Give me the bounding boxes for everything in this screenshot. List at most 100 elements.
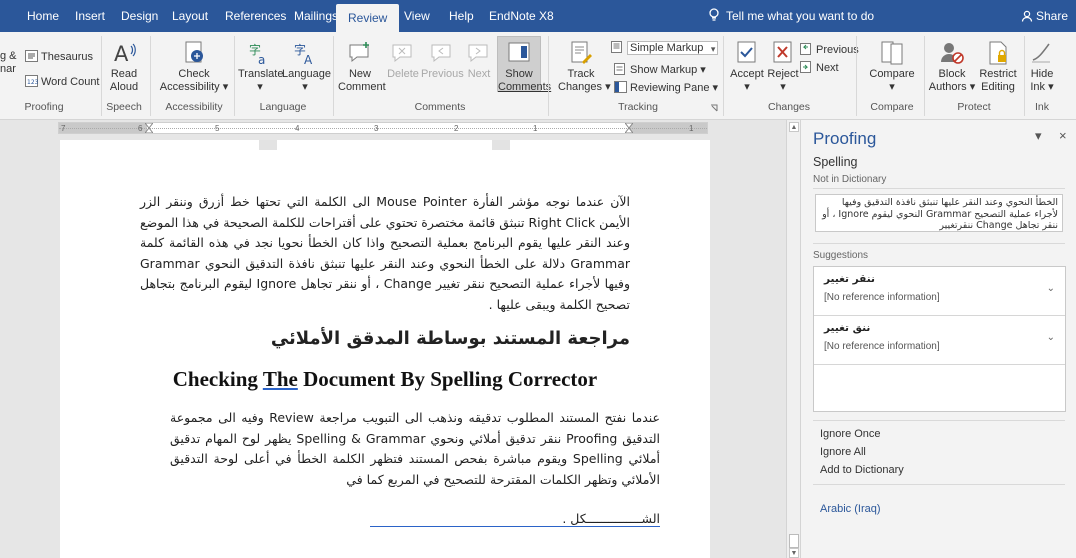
document-page[interactable]: الآن عندما نوجه مؤشر الفأرة Mouse Pointe… bbox=[60, 140, 710, 558]
ignore-all-button[interactable]: Ignore All bbox=[820, 446, 866, 458]
accept-label: Accept bbox=[730, 68, 764, 80]
dropdown-arrow: ▾ bbox=[257, 81, 263, 93]
new-label: New bbox=[348, 68, 371, 80]
ribbon: g & nar Thesaurus 123 Word Count Proofing… bbox=[0, 32, 1076, 120]
read-aloud-label-2: Aloud bbox=[109, 81, 139, 93]
read-aloud-label: Read bbox=[110, 68, 138, 80]
ruler-dots bbox=[59, 128, 707, 129]
track-label-2: Changes ▾ bbox=[558, 81, 611, 93]
check-accessibility-button[interactable]: Check Accessibility ▾ bbox=[158, 40, 230, 94]
close-icon[interactable]: × bbox=[1059, 128, 1067, 143]
markup-mode-select[interactable]: Simple Markup bbox=[611, 41, 719, 55]
group-tracking: Tracking bbox=[618, 101, 658, 113]
tab-review[interactable]: Review bbox=[336, 4, 400, 32]
paragraph-2: عندما نفتح المستند المطلوب تدقيقه ونذهب … bbox=[170, 410, 661, 487]
thesaurus-button[interactable]: Thesaurus bbox=[25, 50, 93, 64]
error-context-box[interactable]: الخطأ النحوي وعند النقر عليها تنبثق نافذ… bbox=[815, 194, 1063, 232]
indent-marker-icon[interactable] bbox=[145, 123, 153, 133]
reviewing-pane-label: Reviewing Pane ▾ bbox=[630, 82, 719, 94]
read-aloud-button[interactable]: A Read Aloud bbox=[106, 40, 142, 94]
indent-marker-icon[interactable] bbox=[625, 123, 633, 133]
suggestion-item[interactable]: ننق تغيير [No reference information] ⌄ bbox=[814, 316, 1065, 365]
reviewing-pane-button[interactable]: Reviewing Pane ▾ bbox=[614, 81, 718, 95]
show-comments-button[interactable]: Show Comments bbox=[497, 36, 551, 93]
scroll-up-icon[interactable]: ▲ bbox=[789, 122, 799, 132]
accept-button[interactable]: Accept ▾ bbox=[728, 40, 766, 94]
language-link[interactable]: Arabic (Iraq) bbox=[820, 503, 881, 515]
tab-design[interactable]: Design bbox=[121, 0, 158, 32]
tell-me-search[interactable]: Tell me what you want to do bbox=[708, 0, 874, 32]
svg-text:123: 123 bbox=[27, 79, 38, 86]
group-ink: Ink bbox=[1034, 101, 1049, 113]
pane-options-icon[interactable]: ▾ bbox=[1035, 128, 1042, 144]
language-label: Language bbox=[282, 68, 331, 80]
restrict-label: Restrict bbox=[979, 68, 1017, 80]
new-comment-icon bbox=[349, 42, 369, 63]
vertical-scrollbar[interactable]: ▲ ▼ bbox=[786, 120, 800, 558]
hide-ink-button[interactable]: Hide Ink ▾ bbox=[1026, 40, 1058, 94]
previous-comment-button[interactable]: Previous bbox=[421, 40, 464, 81]
next-change-button[interactable]: Next bbox=[800, 61, 839, 75]
share-button[interactable]: Share bbox=[1021, 0, 1068, 32]
show-markup-button[interactable]: Show Markup ▾ bbox=[614, 63, 706, 77]
translate-label: Translate bbox=[238, 68, 284, 80]
tab-help[interactable]: Help bbox=[449, 0, 474, 32]
chevron-down-icon[interactable]: ⌄ bbox=[1047, 332, 1055, 343]
separator bbox=[548, 36, 549, 116]
next-comment-button[interactable]: Next bbox=[464, 40, 494, 81]
compare-button[interactable]: Compare ▾ bbox=[866, 40, 918, 94]
proofing-pane: Proofing ▾ × Spelling Not in Dictionary … bbox=[800, 120, 1076, 558]
scroll-down-icon[interactable]: ▼ bbox=[789, 548, 799, 558]
suggestion-word: ننق تغيير bbox=[824, 322, 871, 334]
tab-mailings[interactable]: Mailings bbox=[294, 0, 338, 32]
dropdown-arrow: ▾ bbox=[780, 81, 786, 93]
word-count-button[interactable]: 123 Word Count bbox=[25, 75, 100, 89]
next-label: Next bbox=[467, 68, 491, 80]
new-label-2: Comment bbox=[338, 81, 386, 93]
tab-home[interactable]: Home bbox=[27, 0, 59, 32]
new-comment-button[interactable]: New Comment bbox=[338, 40, 386, 94]
suggestions-label: Suggestions bbox=[813, 250, 869, 261]
horizontal-ruler[interactable]: 7 6 5 4 3 2 1 1 bbox=[58, 122, 708, 134]
translate-button[interactable]: 字a Translate ▾ bbox=[238, 40, 284, 94]
reject-button[interactable]: Reject ▾ bbox=[766, 40, 800, 94]
delete-comment-button[interactable]: Delete bbox=[386, 40, 420, 81]
ruler-number: 1 bbox=[689, 124, 694, 133]
tab-references[interactable]: References bbox=[225, 0, 286, 32]
add-to-dictionary-button[interactable]: Add to Dictionary bbox=[820, 464, 904, 476]
svg-text:a: a bbox=[258, 53, 265, 66]
tab-insert[interactable]: Insert bbox=[75, 0, 105, 32]
dialog-launcher-icon[interactable] bbox=[710, 104, 718, 112]
heading-en-underlined: The bbox=[262, 367, 298, 391]
tab-layout[interactable]: Layout bbox=[172, 0, 208, 32]
scroll-thumb[interactable] bbox=[789, 534, 799, 548]
track-changes-icon bbox=[571, 41, 592, 64]
suggestion-item[interactable]: ننقر تغيير [No reference information] ⌄ bbox=[814, 267, 1065, 316]
cut-label: g & bbox=[0, 50, 17, 62]
language-button[interactable]: 字A Language ▾ bbox=[282, 40, 331, 94]
ruler-number: 2 bbox=[454, 124, 459, 133]
word-count-label: Word Count bbox=[41, 76, 100, 88]
track-label: Track bbox=[567, 68, 595, 80]
thesaurus-icon bbox=[25, 50, 38, 62]
chevron-down-icon[interactable]: ⌄ bbox=[1047, 283, 1055, 294]
previous-change-button[interactable]: Previous bbox=[800, 43, 859, 57]
separator bbox=[723, 36, 724, 116]
tab-endnote[interactable]: EndNote X8 bbox=[489, 0, 554, 32]
track-changes-button[interactable]: Track Changes ▾ bbox=[558, 40, 611, 94]
ruler-number: 4 bbox=[295, 124, 300, 133]
tab-view[interactable]: View bbox=[404, 0, 430, 32]
block-authors-button[interactable]: Block Authors ▾ bbox=[928, 40, 976, 94]
restrict-label-2: Editing bbox=[981, 81, 1015, 93]
suggestion-reference: [No reference information] bbox=[824, 292, 940, 303]
add-to-dictionary-label: Add to Dictionary bbox=[820, 464, 904, 476]
divider bbox=[813, 420, 1065, 421]
divider bbox=[813, 188, 1065, 189]
separator bbox=[101, 36, 102, 116]
ignore-once-button[interactable]: Ignore Once bbox=[820, 428, 881, 440]
separator bbox=[1024, 36, 1025, 116]
restrict-editing-button[interactable]: Restrict Editing bbox=[976, 40, 1020, 94]
check-label-2: Accessibility ▾ bbox=[159, 81, 229, 93]
lightbulb-icon bbox=[709, 8, 719, 21]
separator bbox=[150, 36, 151, 116]
